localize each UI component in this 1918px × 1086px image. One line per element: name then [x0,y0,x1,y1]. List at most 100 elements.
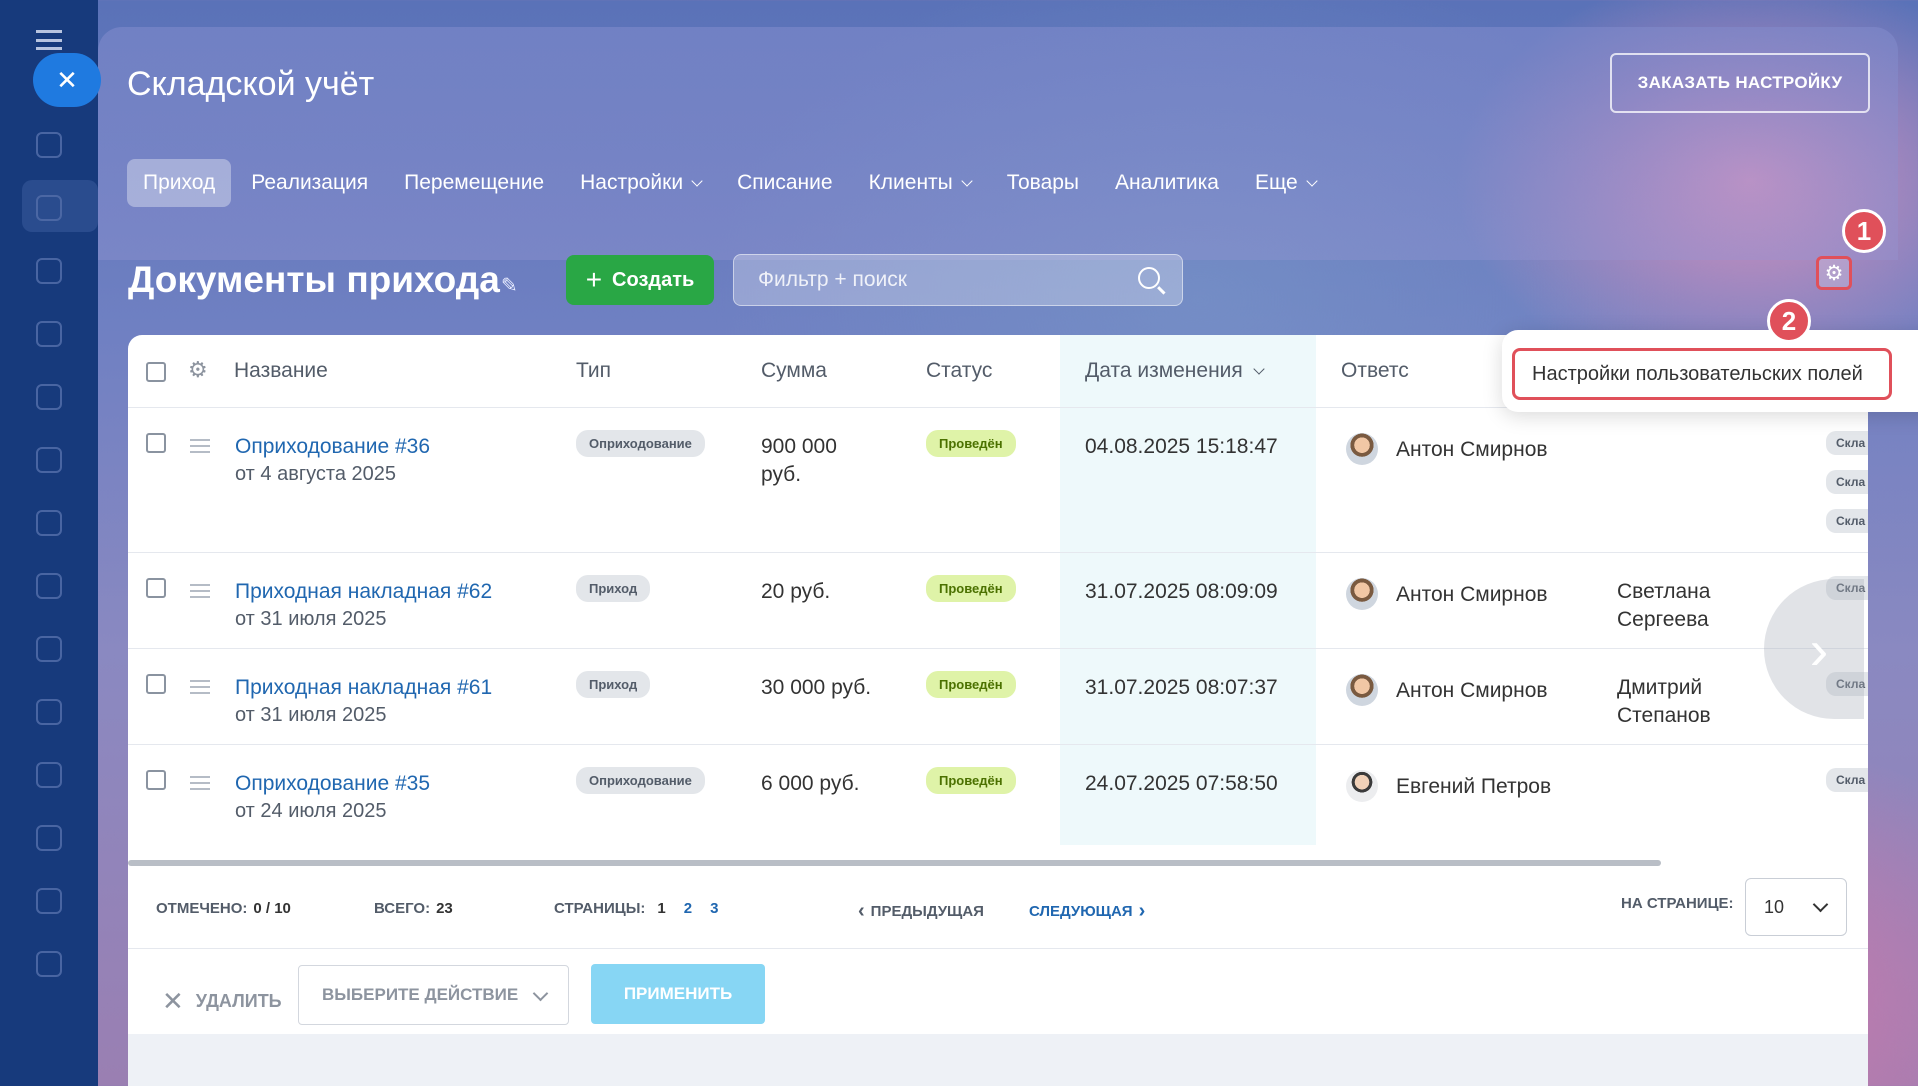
table-row[interactable]: Оприходование #35 от 24 июля 2025 Оприхо… [128,745,1868,845]
document-link[interactable]: Приходная накладная #61 [235,676,492,700]
app-sidebar [0,0,98,1086]
drag-handle-icon[interactable] [190,584,210,598]
changed-date: 31.07.2025 08:07:37 [1085,676,1278,699]
changed-date: 24.07.2025 07:58:50 [1085,772,1278,795]
column-header-date-label: Дата изменения [1085,359,1243,382]
tab-klienty[interactable]: Клиенты [853,159,987,207]
sidebar-icon[interactable] [36,888,62,914]
gear-icon: ⚙ [1824,261,1844,285]
page-link[interactable]: 2 [684,900,692,917]
extra-person-last: Сергеева [1617,608,1709,631]
changed-date: 31.07.2025 08:09:09 [1085,580,1278,603]
sidebar-icon[interactable] [36,384,62,410]
next-page-button[interactable]: СЛЕДУЮЩАЯ › [1029,900,1145,923]
sidebar-icon[interactable] [36,825,62,851]
sidebar-icon[interactable] [36,951,62,977]
delete-button[interactable]: ✕ УДАЛИТЬ [162,986,282,1017]
tab-realizaciya[interactable]: Реализация [235,159,384,207]
apply-button[interactable]: ПРИМЕНИТЬ [591,964,765,1024]
avatar[interactable] [1346,770,1378,802]
per-page-label: НА СТРАНИЦЕ: [1621,895,1734,912]
document-date: от 4 августа 2025 [235,463,397,485]
per-page-select[interactable]: 10 [1745,878,1847,936]
order-setup-button[interactable]: ЗАКАЗАТЬ НАСТРОЙКУ [1610,53,1870,113]
pin-icon[interactable]: ✎ [501,273,523,297]
per-page-value: 10 [1764,896,1785,917]
sidebar-icon[interactable] [36,132,62,158]
sidebar-icon[interactable] [36,573,62,599]
drag-handle-icon[interactable] [190,776,210,790]
responsible-name[interactable]: Антон Смирнов [1396,583,1548,607]
sidebar-icon[interactable] [36,699,62,725]
table-row[interactable]: Приходная накладная #62 от 31 июля 2025 … [128,553,1868,649]
column-header-type[interactable]: Тип [576,359,611,383]
avatar[interactable] [1346,674,1378,706]
column-header-name[interactable]: Название [234,359,328,383]
column-header-responsible[interactable]: Ответс [1341,359,1409,383]
column-header-status[interactable]: Статус [926,359,992,383]
total-label: ВСЕГО: [374,900,431,917]
document-link[interactable]: Оприходование #35 [235,772,430,796]
sidebar-icon[interactable] [36,762,62,788]
avatar[interactable] [1346,433,1378,465]
table-row[interactable]: Приходная накладная #61 от 31 июля 2025 … [128,649,1868,745]
extra-person-first: Светлана [1617,580,1711,603]
create-button[interactable]: + Создать [566,255,714,305]
sidebar-icon[interactable] [36,258,62,284]
sidebar-icon[interactable] [36,195,62,221]
pages-label: СТРАНИЦЫ: [554,900,646,917]
tab-analitika[interactable]: Аналитика [1099,159,1235,207]
tab-esche[interactable]: Еще [1239,159,1332,207]
sidebar-icon[interactable] [36,321,62,347]
horizontal-scrollbar[interactable] [128,860,1661,866]
row-checkbox[interactable] [146,770,166,790]
custom-fields-settings-item[interactable]: Настройки пользовательских полей [1512,348,1892,400]
document-link[interactable]: Оприходование #36 [235,435,430,459]
search-input[interactable]: Фильтр + поиск [733,254,1183,306]
tab-label: Перемещение [404,171,545,194]
drag-handle-icon[interactable] [190,680,210,694]
chevron-down-icon [1812,896,1829,913]
page-current: 1 [657,900,666,917]
tab-nastroyki[interactable]: Настройки [564,159,717,207]
chevron-down-icon [961,175,973,187]
responsible-name[interactable]: Евгений Петров [1396,775,1551,799]
prev-page-button[interactable]: ‹ ПРЕДЫДУЩАЯ [858,900,984,923]
table-row[interactable]: Оприходование #36 от 4 августа 2025 Опри… [128,408,1868,553]
tab-peremeschenie[interactable]: Перемещение [388,159,560,207]
page-link[interactable]: 3 [710,900,718,917]
search-icon[interactable] [1138,267,1160,289]
column-header-date[interactable]: Дата изменения [1085,359,1265,383]
chevron-down-icon [1306,175,1318,187]
column-settings-gear-icon[interactable]: ⚙ [188,357,208,383]
sidebar-icon[interactable] [36,510,62,536]
row-checkbox[interactable] [146,674,166,694]
chevron-down-icon [691,175,703,187]
pagination: СТРАНИЦЫ: 1 2 3 [554,900,718,917]
close-slider-button[interactable]: ✕ [33,53,101,107]
responsible-name[interactable]: Антон Смирнов [1396,679,1548,703]
close-icon: ✕ [56,64,78,95]
settings-popup-menu: Настройки пользовательских полей [1502,330,1918,412]
tab-spisanie[interactable]: Списание [721,159,848,207]
prev-label: ПРЕДЫДУЩАЯ [870,903,984,920]
selected-label: ОТМЕЧЕНО: [156,900,248,917]
document-link[interactable]: Приходная накладная #62 [235,580,492,604]
responsible-name[interactable]: Антон Смирнов [1396,438,1548,462]
avatar[interactable] [1346,578,1378,610]
sidebar-icon[interactable] [36,447,62,473]
hamburger-menu-icon[interactable] [36,30,62,50]
column-header-sum[interactable]: Сумма [761,359,827,383]
window-title: Складской учёт [127,65,375,103]
tab-tovary[interactable]: Товары [991,159,1095,207]
row-checkbox[interactable] [146,578,166,598]
extra-person-first: Дмитрий [1617,676,1703,699]
row-checkbox[interactable] [146,433,166,453]
drag-handle-icon[interactable] [190,439,210,453]
sidebar-icon[interactable] [36,636,62,662]
tab-prihod[interactable]: Приход [127,159,232,207]
settings-gear-button[interactable]: ⚙ [1816,256,1852,290]
action-select[interactable]: ВЫБЕРИТЕ ДЕЙСТВИЕ [298,965,569,1025]
close-icon: ✕ [162,986,184,1016]
select-all-checkbox[interactable] [146,362,166,382]
